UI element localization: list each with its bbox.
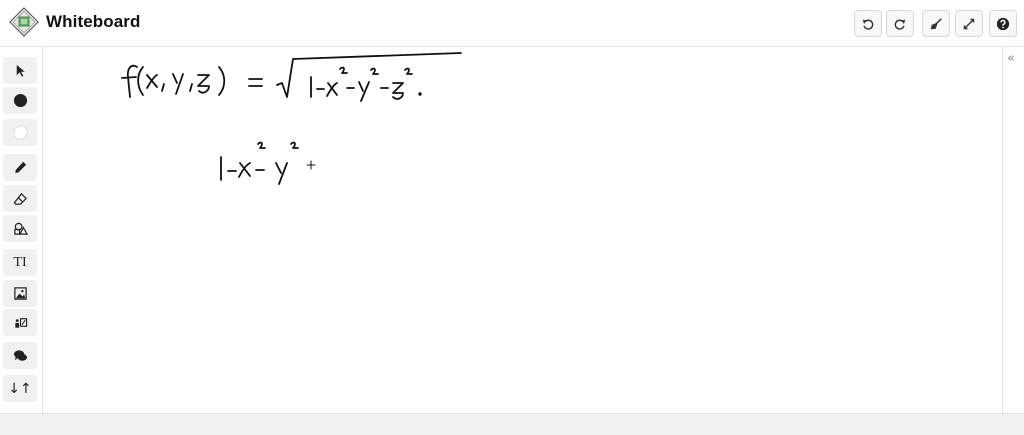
pointer-icon xyxy=(16,64,25,77)
color-white-tool[interactable] xyxy=(3,119,37,146)
undo-icon xyxy=(862,19,874,30)
white-circle-icon xyxy=(12,125,28,140)
insert-tool[interactable] xyxy=(3,309,37,336)
undo-button[interactable] xyxy=(854,10,882,37)
handwritten-equation xyxy=(121,52,462,185)
whiteboard-logo-icon xyxy=(9,7,39,37)
shapes-tool[interactable] xyxy=(3,215,37,242)
header-bar: Whiteboard xyxy=(0,0,1024,47)
footer-bar xyxy=(0,413,1024,435)
pen-tool[interactable] xyxy=(3,154,37,181)
select-tool[interactable] xyxy=(3,57,37,84)
color-black-tool[interactable] xyxy=(3,87,37,114)
broom-icon xyxy=(930,17,942,29)
image-icon xyxy=(13,287,27,300)
app-title: Whiteboard xyxy=(46,12,141,31)
drawing-canvas[interactable] xyxy=(43,47,1001,413)
eraser-tool[interactable] xyxy=(3,185,37,212)
clear-button[interactable] xyxy=(922,10,950,37)
fullscreen-button[interactable] xyxy=(955,10,983,37)
shapes-icon xyxy=(13,222,28,235)
image-tool[interactable] xyxy=(3,280,37,307)
tool-sidebar: TI ↓↑ xyxy=(0,47,43,413)
up-down-arrows-icon: ↓↑ xyxy=(8,380,32,397)
expand-icon xyxy=(963,18,975,29)
collapse-panel-button[interactable]: « xyxy=(1007,51,1015,66)
text-icon: TI xyxy=(13,254,27,270)
pencil-icon xyxy=(14,161,26,174)
chat-icon xyxy=(13,350,27,361)
black-circle-icon xyxy=(13,93,27,108)
sort-tool[interactable]: ↓↑ xyxy=(3,375,37,402)
help-icon xyxy=(996,17,1010,30)
right-panel: « xyxy=(1002,47,1024,413)
redo-icon xyxy=(894,19,906,30)
help-button[interactable] xyxy=(989,10,1017,37)
chat-tool[interactable] xyxy=(3,342,37,369)
insert-icon xyxy=(14,318,27,328)
redo-button[interactable] xyxy=(886,10,914,37)
text-tool[interactable]: TI xyxy=(3,249,37,276)
eraser-icon xyxy=(13,192,27,205)
